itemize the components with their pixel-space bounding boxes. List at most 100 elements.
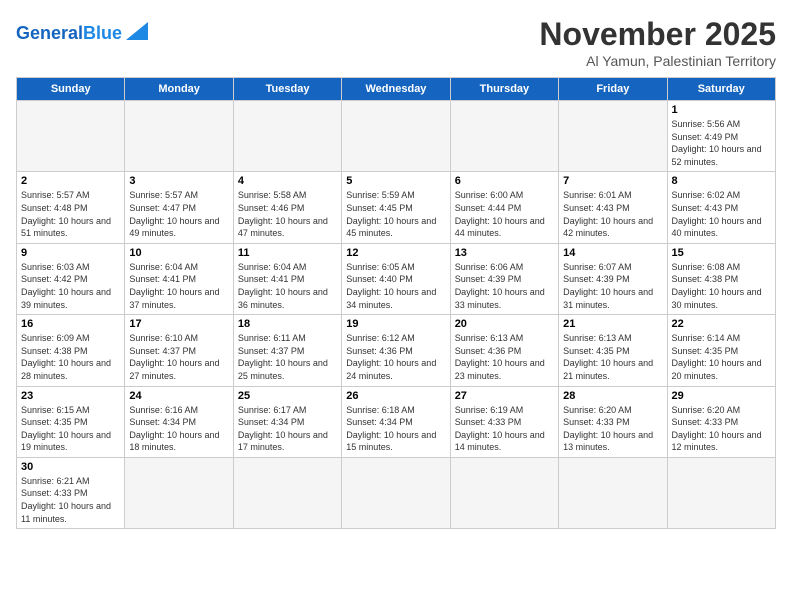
- day-info: Sunrise: 6:03 AM Sunset: 4:42 PM Dayligh…: [21, 261, 120, 311]
- calendar-cell: 5Sunrise: 5:59 AM Sunset: 4:45 PM Daylig…: [342, 172, 450, 243]
- calendar-cell: [559, 457, 667, 528]
- page-header: GeneralBlue November 2025 Al Yamun, Pale…: [16, 16, 776, 69]
- day-info: Sunrise: 6:20 AM Sunset: 4:33 PM Dayligh…: [672, 404, 771, 454]
- day-number: 29: [672, 390, 771, 402]
- day-number: 9: [21, 247, 120, 259]
- day-info: Sunrise: 5:57 AM Sunset: 4:47 PM Dayligh…: [129, 189, 228, 239]
- day-number: 15: [672, 247, 771, 259]
- day-number: 8: [672, 175, 771, 187]
- day-number: 26: [346, 390, 445, 402]
- day-number: 12: [346, 247, 445, 259]
- day-number: 20: [455, 318, 554, 330]
- calendar-cell: 4Sunrise: 5:58 AM Sunset: 4:46 PM Daylig…: [233, 172, 341, 243]
- day-info: Sunrise: 6:14 AM Sunset: 4:35 PM Dayligh…: [672, 332, 771, 382]
- day-info: Sunrise: 6:07 AM Sunset: 4:39 PM Dayligh…: [563, 261, 662, 311]
- calendar-cell: [342, 101, 450, 172]
- day-info: Sunrise: 5:57 AM Sunset: 4:48 PM Dayligh…: [21, 189, 120, 239]
- calendar-row: 30Sunrise: 6:21 AM Sunset: 4:33 PM Dayli…: [17, 457, 776, 528]
- logo-blue: Blue: [83, 23, 122, 43]
- day-info: Sunrise: 6:16 AM Sunset: 4:34 PM Dayligh…: [129, 404, 228, 454]
- calendar-cell: 14 Sunrise: 6:07 AM Sunset: 4:39 PM Dayli…: [559, 243, 667, 314]
- calendar-cell: 9 Sunrise: 6:03 AM Sunset: 4:42 PM Daylig…: [17, 243, 125, 314]
- calendar-row: 1 Sunrise: 5:56 AM Sunset: 4:49 PM Daylig…: [17, 101, 776, 172]
- day-info: Sunrise: 6:21 AM Sunset: 4:33 PM Dayligh…: [21, 475, 120, 525]
- day-number: 10: [129, 247, 228, 259]
- calendar-cell: 29 Sunrise: 6:20 AM Sunset: 4:33 PM Dayli…: [667, 386, 775, 457]
- weekday-header: Monday: [125, 78, 233, 101]
- calendar-cell: 27 Sunrise: 6:19 AM Sunset: 4:33 PM Dayli…: [450, 386, 558, 457]
- calendar-row: 2Sunrise: 5:57 AM Sunset: 4:48 PM Daylig…: [17, 172, 776, 243]
- day-info: Sunrise: 6:12 AM Sunset: 4:36 PM Dayligh…: [346, 332, 445, 382]
- calendar-cell: 25 Sunrise: 6:17 AM Sunset: 4:34 PM Dayli…: [233, 386, 341, 457]
- calendar-cell: 8 Sunrise: 6:02 AM Sunset: 4:43 PM Daylig…: [667, 172, 775, 243]
- calendar-cell: 7 Sunrise: 6:01 AM Sunset: 4:43 PM Daylig…: [559, 172, 667, 243]
- calendar-cell: 16Sunrise: 6:09 AM Sunset: 4:38 PM Dayli…: [17, 315, 125, 386]
- calendar-cell: [342, 457, 450, 528]
- weekday-header: Sunday: [17, 78, 125, 101]
- weekday-header: Thursday: [450, 78, 558, 101]
- day-number: 22: [672, 318, 771, 330]
- calendar-cell: [233, 101, 341, 172]
- day-number: 27: [455, 390, 554, 402]
- weekday-header-row: SundayMondayTuesdayWednesdayThursdayFrid…: [17, 78, 776, 101]
- day-info: Sunrise: 6:02 AM Sunset: 4:43 PM Dayligh…: [672, 189, 771, 239]
- calendar-row: 23 Sunrise: 6:15 AM Sunset: 4:35 PM Dayli…: [17, 386, 776, 457]
- day-number: 7: [563, 175, 662, 187]
- calendar-cell: 17 Sunrise: 6:10 AM Sunset: 4:37 PM Dayli…: [125, 315, 233, 386]
- day-number: 21: [563, 318, 662, 330]
- day-number: 25: [238, 390, 337, 402]
- calendar-cell: 15Sunrise: 6:08 AM Sunset: 4:38 PM Dayli…: [667, 243, 775, 314]
- day-info: Sunrise: 6:09 AM Sunset: 4:38 PM Dayligh…: [21, 332, 120, 382]
- day-number: 11: [238, 247, 337, 259]
- day-info: Sunrise: 6:04 AM Sunset: 4:41 PM Dayligh…: [238, 261, 337, 311]
- calendar-cell: 26Sunrise: 6:18 AM Sunset: 4:34 PM Dayli…: [342, 386, 450, 457]
- logo-text: GeneralBlue: [16, 24, 122, 42]
- day-info: Sunrise: 6:01 AM Sunset: 4:43 PM Dayligh…: [563, 189, 662, 239]
- day-info: Sunrise: 5:56 AM Sunset: 4:49 PM Dayligh…: [672, 118, 771, 168]
- calendar-cell: [17, 101, 125, 172]
- day-number: 1: [672, 104, 771, 116]
- calendar-cell: 1 Sunrise: 5:56 AM Sunset: 4:49 PM Daylig…: [667, 101, 775, 172]
- calendar-cell: 2Sunrise: 5:57 AM Sunset: 4:48 PM Daylig…: [17, 172, 125, 243]
- day-info: Sunrise: 6:10 AM Sunset: 4:37 PM Dayligh…: [129, 332, 228, 382]
- day-number: 23: [21, 390, 120, 402]
- weekday-header: Tuesday: [233, 78, 341, 101]
- day-number: 3: [129, 175, 228, 187]
- calendar-cell: 21 Sunrise: 6:13 AM Sunset: 4:35 PM Dayli…: [559, 315, 667, 386]
- weekday-header: Friday: [559, 78, 667, 101]
- calendar-cell: [450, 457, 558, 528]
- day-number: 14: [563, 247, 662, 259]
- day-info: Sunrise: 6:13 AM Sunset: 4:35 PM Dayligh…: [563, 332, 662, 382]
- day-info: Sunrise: 6:04 AM Sunset: 4:41 PM Dayligh…: [129, 261, 228, 311]
- day-number: 17: [129, 318, 228, 330]
- day-info: Sunrise: 6:19 AM Sunset: 4:33 PM Dayligh…: [455, 404, 554, 454]
- calendar-cell: 13Sunrise: 6:06 AM Sunset: 4:39 PM Dayli…: [450, 243, 558, 314]
- day-info: Sunrise: 6:15 AM Sunset: 4:35 PM Dayligh…: [21, 404, 120, 454]
- logo-general: General: [16, 23, 83, 43]
- calendar-cell: [450, 101, 558, 172]
- calendar-table: SundayMondayTuesdayWednesdayThursdayFrid…: [16, 77, 776, 529]
- day-number: 4: [238, 175, 337, 187]
- calendar-cell: 22 Sunrise: 6:14 AM Sunset: 4:35 PM Dayli…: [667, 315, 775, 386]
- day-info: Sunrise: 6:17 AM Sunset: 4:34 PM Dayligh…: [238, 404, 337, 454]
- logo-icon: [126, 22, 148, 40]
- calendar-cell: 11 Sunrise: 6:04 AM Sunset: 4:41 PM Dayli…: [233, 243, 341, 314]
- calendar-cell: [125, 457, 233, 528]
- logo: GeneralBlue: [16, 20, 148, 45]
- day-number: 28: [563, 390, 662, 402]
- day-number: 13: [455, 247, 554, 259]
- day-number: 24: [129, 390, 228, 402]
- location-subtitle: Al Yamun, Palestinian Territory: [539, 53, 776, 69]
- calendar-cell: [125, 101, 233, 172]
- calendar-cell: [667, 457, 775, 528]
- calendar-cell: 24 Sunrise: 6:16 AM Sunset: 4:34 PM Dayli…: [125, 386, 233, 457]
- calendar-cell: 18Sunrise: 6:11 AM Sunset: 4:37 PM Dayli…: [233, 315, 341, 386]
- calendar-row: 9 Sunrise: 6:03 AM Sunset: 4:42 PM Daylig…: [17, 243, 776, 314]
- calendar-cell: 6Sunrise: 6:00 AM Sunset: 4:44 PM Daylig…: [450, 172, 558, 243]
- calendar-cell: 30Sunrise: 6:21 AM Sunset: 4:33 PM Dayli…: [17, 457, 125, 528]
- calendar-cell: 12Sunrise: 6:05 AM Sunset: 4:40 PM Dayli…: [342, 243, 450, 314]
- calendar-cell: 10 Sunrise: 6:04 AM Sunset: 4:41 PM Dayli…: [125, 243, 233, 314]
- calendar-cell: 23 Sunrise: 6:15 AM Sunset: 4:35 PM Dayli…: [17, 386, 125, 457]
- calendar-cell: 19Sunrise: 6:12 AM Sunset: 4:36 PM Dayli…: [342, 315, 450, 386]
- day-info: Sunrise: 6:20 AM Sunset: 4:33 PM Dayligh…: [563, 404, 662, 454]
